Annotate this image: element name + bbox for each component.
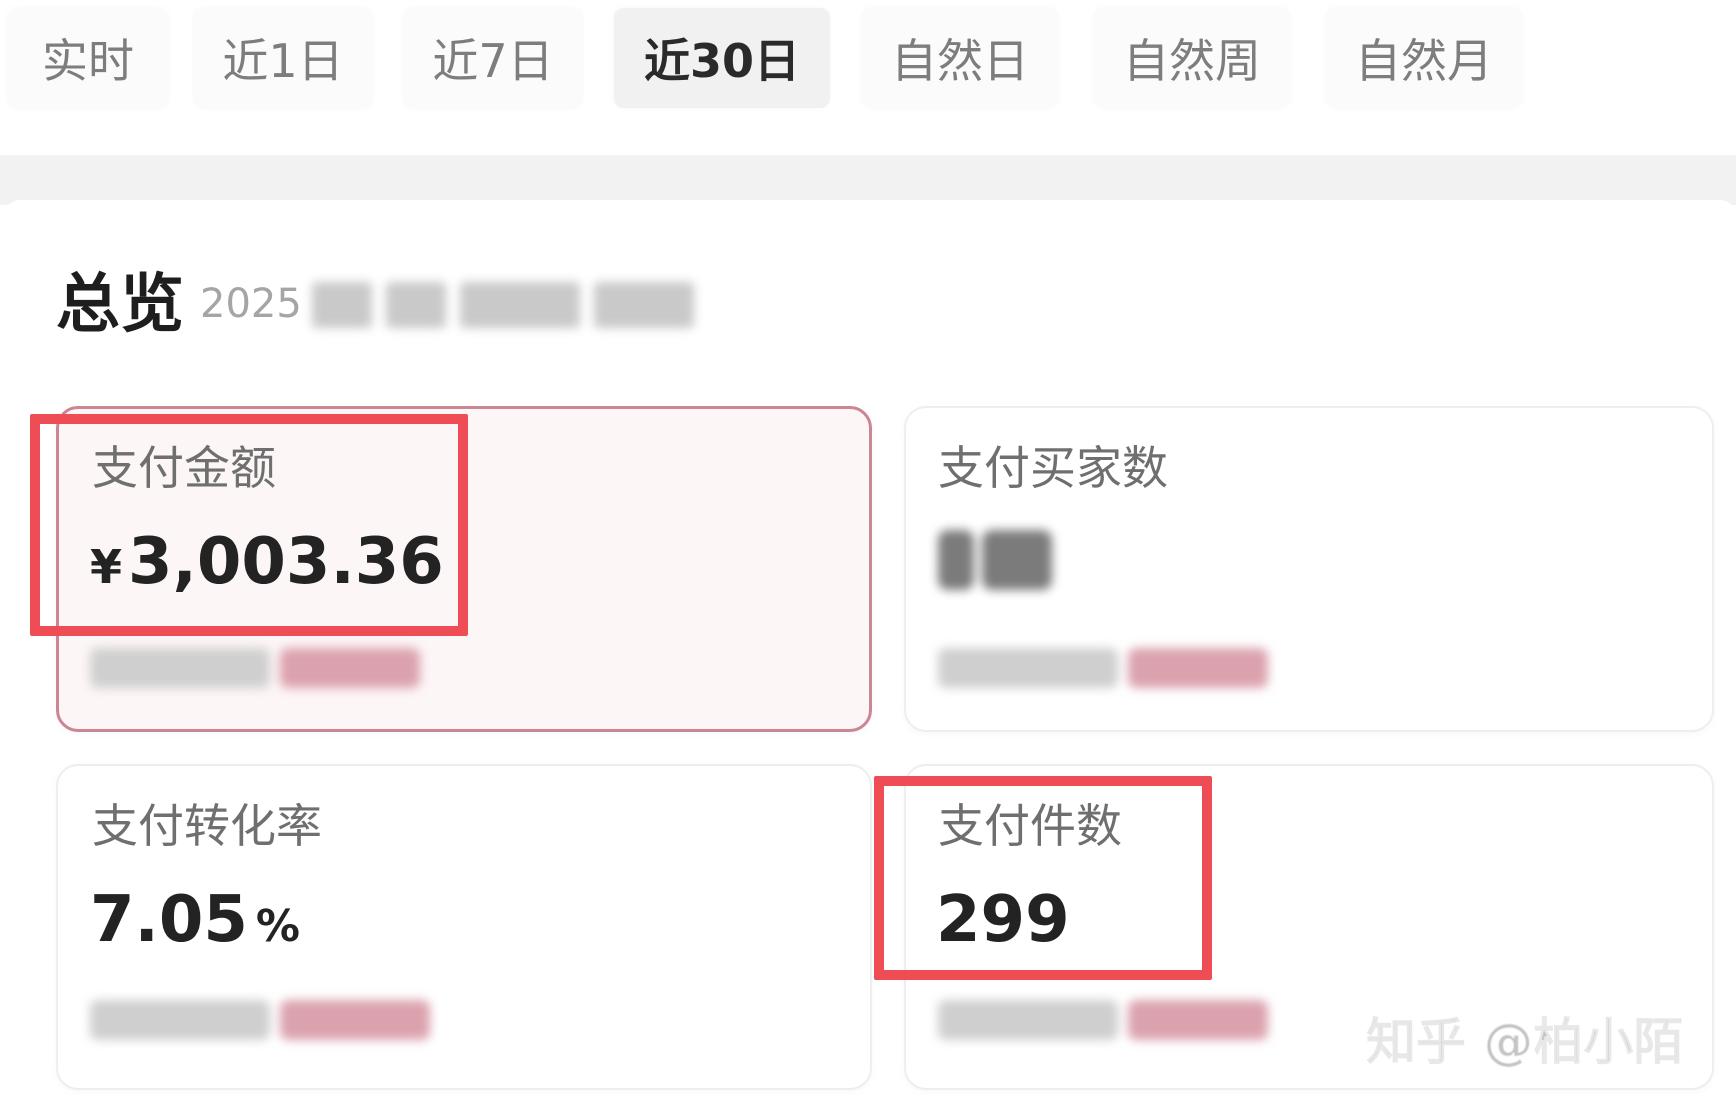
tab-natural-week[interactable]: 自然周: [1094, 8, 1290, 108]
overview-date-range: 2025: [200, 281, 302, 327]
pay-buyers-compare-redacted: [938, 648, 1268, 692]
tab-last-30-days[interactable]: 近30日: [614, 8, 830, 108]
overview-title: 总览: [56, 268, 184, 342]
annotation-box-pay-items: [874, 776, 1212, 980]
date-redacted: [312, 282, 712, 328]
conversion-rate-label: 支付转化率: [92, 799, 322, 853]
pay-buyers-value-redacted: [938, 530, 1052, 590]
tab-natural-month[interactable]: 自然月: [1326, 8, 1522, 108]
pay-buyers-label: 支付买家数: [938, 441, 1168, 495]
pay-amount-compare-redacted: [90, 648, 420, 692]
tab-natural-day[interactable]: 自然日: [862, 8, 1058, 108]
conversion-compare-redacted: [90, 1000, 430, 1044]
pay-items-compare-redacted: [938, 1000, 1268, 1044]
conversion-rate-value: 7.05%: [90, 880, 300, 967]
period-tab-bar: 实时 近1日 近7日 近30日 自然日 自然周 自然月: [0, 0, 1736, 155]
percent-unit: %: [255, 901, 300, 952]
tab-last-1-day[interactable]: 近1日: [194, 8, 372, 108]
conversion-rate-number: 7.05: [90, 883, 248, 957]
tab-realtime[interactable]: 实时: [8, 8, 168, 108]
annotation-box-pay-amount: [30, 414, 468, 636]
tab-last-7-days[interactable]: 近7日: [404, 8, 582, 108]
watermark: 知乎 @柏小陌: [1365, 1012, 1684, 1072]
section-divider: [0, 155, 1736, 205]
